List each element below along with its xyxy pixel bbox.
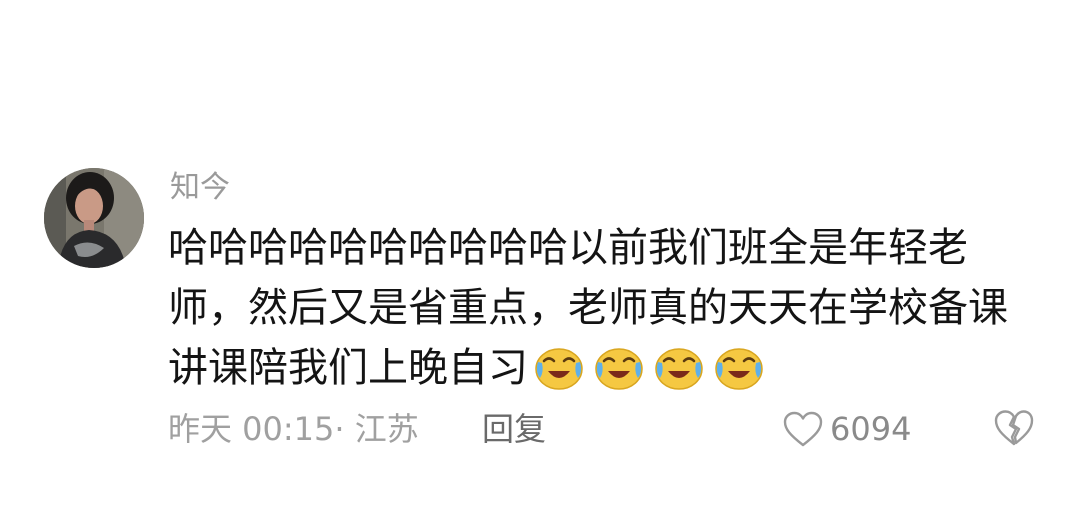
dislike-button[interactable] — [992, 406, 1036, 450]
username[interactable]: 知今 — [170, 168, 230, 208]
comment-card: 知今 哈哈哈哈哈哈哈哈哈哈以前我们班全是年轻老师，然后又是省重点，老师真的天天在… — [0, 0, 1080, 531]
like-count: 6094 — [830, 410, 912, 448]
avatar[interactable] — [44, 168, 144, 268]
broken-heart-icon — [994, 410, 1034, 446]
like-button[interactable]: 6094 — [782, 404, 911, 454]
crying-laughing-emoji-icon — [715, 348, 763, 390]
crying-laughing-emoji-icon — [655, 348, 703, 390]
emoji-group — [528, 345, 764, 408]
comment-text-block: 哈哈哈哈哈哈哈哈哈哈以前我们班全是年轻老师，然后又是省重点，老师真的天天在学校备… — [168, 218, 1038, 408]
comment-meta: 昨天 00:15· 江苏 — [168, 410, 419, 448]
crying-laughing-emoji-icon — [595, 348, 643, 390]
crying-laughing-emoji-icon — [535, 348, 583, 390]
reply-button[interactable]: 回复 — [482, 404, 546, 454]
heart-outline-icon — [783, 411, 823, 447]
